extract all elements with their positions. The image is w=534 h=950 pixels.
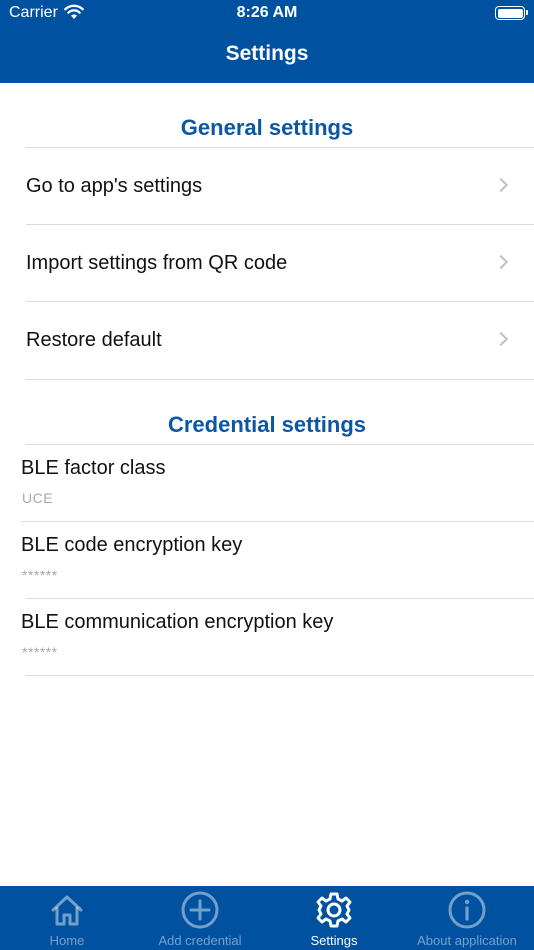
credential-settings-title: Credential settings xyxy=(167,412,367,437)
row-label: Go to app's settings xyxy=(26,175,203,197)
tab-bar: Home Add credential Settings About appli… xyxy=(0,886,534,950)
tab-about-application[interactable]: About application xyxy=(400,886,534,950)
ble-code-encryption-key-row[interactable]: BLE code encryption key ****** xyxy=(21,521,534,598)
setting-label: BLE code encryption key xyxy=(21,534,243,556)
status-time: 8:26 AM xyxy=(236,4,298,21)
setting-value: UCE xyxy=(22,490,54,506)
chevron-right-icon xyxy=(493,331,509,347)
home-icon xyxy=(51,895,83,926)
restore-default-row[interactable]: Restore default xyxy=(26,302,534,379)
status-bar: Carrier 8:26 AM xyxy=(0,0,534,28)
plus-circle-icon xyxy=(181,891,219,929)
divider xyxy=(26,379,534,380)
chevron-right-icon xyxy=(493,254,509,270)
row-label: Restore default xyxy=(26,329,162,351)
tab-label: About application xyxy=(417,933,517,948)
ble-factor-class-row[interactable]: BLE factor class UCE xyxy=(21,444,534,521)
tab-label: Home xyxy=(49,933,85,948)
divider xyxy=(26,675,534,676)
tab-home[interactable]: Home xyxy=(0,886,134,950)
tab-settings[interactable]: Settings xyxy=(267,886,401,950)
setting-label: BLE communication encryption key xyxy=(21,611,334,633)
setting-label: BLE factor class xyxy=(21,457,166,479)
import-settings-qr-row[interactable]: Import settings from QR code xyxy=(26,225,534,302)
chevron-right-icon xyxy=(493,177,509,193)
tab-label: Add credential xyxy=(158,933,242,948)
page-title: Settings xyxy=(225,42,309,65)
row-label: Import settings from QR code xyxy=(26,252,288,274)
gear-icon xyxy=(316,892,352,928)
setting-value: ****** xyxy=(22,567,58,583)
setting-value: ****** xyxy=(22,644,58,660)
tab-label: Settings xyxy=(310,933,358,948)
general-settings-title: General settings xyxy=(180,115,354,140)
tab-add-credential[interactable]: Add credential xyxy=(133,886,267,950)
battery-icon xyxy=(495,6,528,20)
navigation-bar: Carrier 8:26 AM Settings xyxy=(0,0,534,83)
info-icon xyxy=(448,891,486,929)
ble-communication-encryption-key-row[interactable]: BLE communication encryption key ****** xyxy=(21,598,534,675)
go-to-app-settings-row[interactable]: Go to app's settings xyxy=(26,148,534,225)
